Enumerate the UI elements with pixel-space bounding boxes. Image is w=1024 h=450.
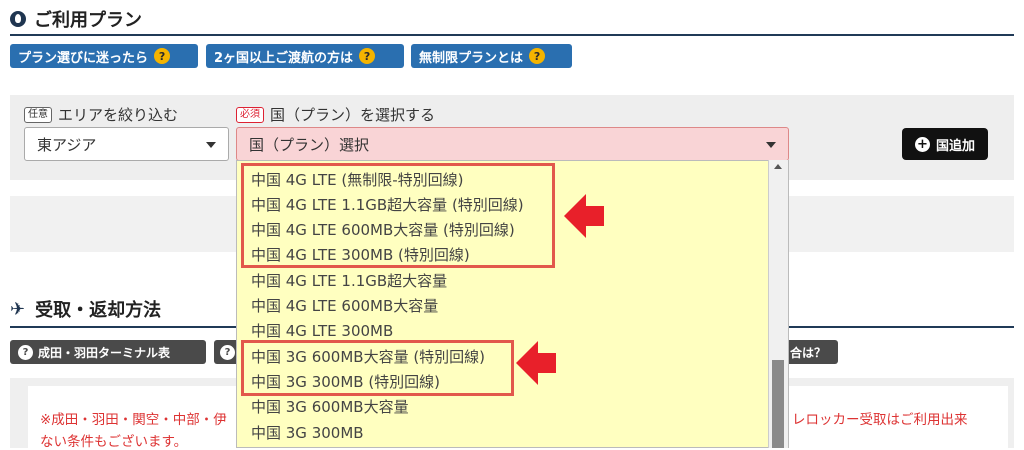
plan-help-label: プラン選びに迷ったら <box>18 50 149 66</box>
plan-help-button[interactable]: プラン選びに迷ったら ? <box>10 44 198 68</box>
dropdown-scrollbar[interactable] <box>768 160 788 448</box>
multi-country-help-button[interactable]: 2ヶ国以上ご渡航の方は ? <box>206 44 404 68</box>
globe-icon <box>10 11 26 27</box>
arrow-left-icon <box>564 194 604 238</box>
section-header-pickup: ✈ 受取・返却方法 <box>10 296 161 322</box>
locker-help-label: 合は？ <box>790 345 827 360</box>
notice-text: レロッカー受取はご利用出来 <box>792 412 968 428</box>
question-icon: ? <box>220 344 235 360</box>
notice-text: ない条件もございます。 <box>40 434 188 450</box>
question-icon: ? <box>18 344 33 360</box>
section-title: ご利用プラン <box>34 10 142 31</box>
terminal-table-button[interactable]: ? 成田・羽田ターミナル表 <box>10 340 206 364</box>
question-icon: ? <box>359 48 376 64</box>
add-country-label: 国追加 <box>935 138 975 154</box>
chevron-down-icon <box>206 142 216 148</box>
area-filter-label: 任意 エリアを絞り込む <box>24 104 178 125</box>
country-select-value: 国（プラン）選択 <box>249 135 370 154</box>
plus-icon: + <box>914 136 930 152</box>
highlight-box-4g-special <box>241 163 555 268</box>
question-icon: ? <box>154 48 171 64</box>
scrollbar-thumb[interactable] <box>772 360 784 448</box>
dropdown-option[interactable]: 中国 3G 300MB <box>251 422 364 443</box>
multi-country-help-label: 2ヶ国以上ご渡航の方は <box>214 50 354 66</box>
terminal-table-label: 成田・羽田ターミナル表 <box>38 345 171 360</box>
section-header-plan: ご利用プラン <box>10 6 142 32</box>
area-label-text: エリアを絞り込む <box>58 106 179 124</box>
dropdown-option[interactable]: 中国 4G LTE 600MB大容量 <box>251 295 438 316</box>
country-select-label: 必須 国（プラン）を選択する <box>236 104 435 125</box>
locker-help-button[interactable]: 合は？ <box>782 340 838 364</box>
country-label-text: 国（プラン）を選択する <box>270 106 436 124</box>
highlight-box-3g-special <box>241 340 514 396</box>
dropdown-option[interactable]: 中国 3G 600MB大容量 <box>251 396 409 417</box>
area-select[interactable]: 東アジア <box>24 127 229 161</box>
section-title: 受取・返却方法 <box>35 300 162 321</box>
area-select-value: 東アジア <box>37 135 97 154</box>
scroll-up-icon[interactable] <box>774 164 782 169</box>
unlimited-help-label: 無制限プランとは <box>419 50 524 66</box>
add-country-button[interactable]: + 国追加 <box>902 128 988 160</box>
unlimited-help-button[interactable]: 無制限プランとは ? <box>411 44 572 68</box>
chevron-down-icon <box>766 142 776 148</box>
dropdown-option[interactable]: 中国 4G LTE 1.1GB超大容量 <box>251 270 447 291</box>
section-divider <box>10 34 1014 36</box>
question-icon: ? <box>529 48 546 64</box>
country-select[interactable]: 国（プラン）選択 <box>236 127 789 161</box>
optional-tag: 任意 <box>24 106 52 123</box>
dropdown-option[interactable]: 中国 4G LTE 300MB <box>251 320 393 341</box>
notice-text: ※成田・羽田・関空・中部・伊 <box>40 412 227 428</box>
airplane-icon: ✈ <box>10 298 26 320</box>
required-tag: 必須 <box>236 106 264 123</box>
arrow-left-icon <box>516 341 556 385</box>
